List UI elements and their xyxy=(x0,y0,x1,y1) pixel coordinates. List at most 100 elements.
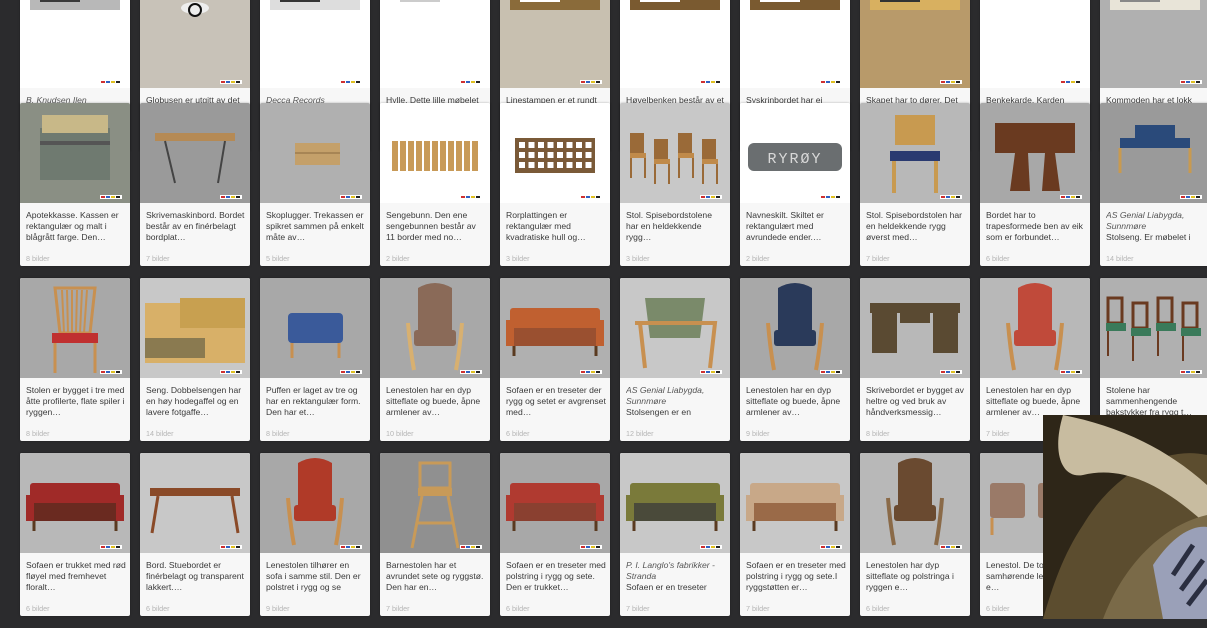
card-description: Stol. Spisebordstolen har en heldekkende… xyxy=(866,210,966,255)
card-description: Navneskilt. Skiltet er rektangulært med … xyxy=(746,210,846,255)
card-description: Lenestolen tilhører en sofa i samme stil… xyxy=(266,560,366,605)
image-count: 7 bilder xyxy=(986,429,1010,438)
image-count: 8 bilder xyxy=(26,254,50,263)
card-description: Lenestolen har dyp sitteflate og polstri… xyxy=(866,560,966,605)
image-count: 12 bilder xyxy=(626,429,654,438)
card-text: Seng. Dobbelsengen har en høy hodegaffel… xyxy=(146,385,242,417)
card-text: Stolsengen er en xyxy=(626,407,691,417)
image-count: 6 bilder xyxy=(986,254,1010,263)
image-count: 9 bilder xyxy=(266,604,290,613)
object-card[interactable]: Sofaen er en treseter med polstring i ry… xyxy=(740,453,850,616)
card-description: Sofaen er en treseter med polstring i ry… xyxy=(746,560,846,605)
lounge-chair-photo-icon xyxy=(620,278,730,378)
object-card[interactable]: Sengebunn. Den ene sengebunnen består av… xyxy=(380,103,490,266)
card-text: Barnestolen har et avrundet sete og rygg… xyxy=(386,560,484,592)
chair-photo-icon xyxy=(860,103,970,203)
image-count: 14 bilder xyxy=(146,429,174,438)
card-text: Stolene har sammenhengende bakstykker fr… xyxy=(1106,385,1192,417)
card-text: Lenestolen har en dyp sitteflate og bued… xyxy=(386,385,481,417)
object-card[interactable]: Barnestolen har et avrundet sete og rygg… xyxy=(380,453,490,616)
sofa-photo-icon xyxy=(500,278,610,378)
card-text: Bordet har to trapesformede ben av eik s… xyxy=(986,210,1083,242)
object-card[interactable]: Lenestolen tilhører en sofa i samme stil… xyxy=(260,453,370,616)
knife-photo-icon xyxy=(20,0,130,88)
card-text: Skrivemaskinbord. Bordet består av en fi… xyxy=(146,210,245,242)
card-maker: AS Genial Liabygda, Sunnmøre xyxy=(626,385,705,406)
shelf-photo-icon xyxy=(380,0,490,88)
object-card[interactable]: P. I. Langlo's fabrikker - Stranda Sofaen… xyxy=(620,453,730,616)
sign-text: RYRØY xyxy=(767,151,822,168)
card-text: Lenestolen har dyp sitteflate og polstri… xyxy=(866,560,954,592)
object-card[interactable]: Skoplugger. Trekassen er spikret sammen … xyxy=(260,103,370,266)
object-card[interactable]: RYRØY Navneskilt. Skiltet er rektangulært… xyxy=(740,103,850,266)
dresser-photo-icon xyxy=(1100,0,1207,88)
object-card[interactable]: Apotekkasse. Kassen er rektangulær og ma… xyxy=(20,103,130,266)
card-description: Bordet har to trapesformede ben av eik s… xyxy=(986,210,1086,255)
card-text: Bord. Stuebordet er finérbelagt og trans… xyxy=(146,560,244,592)
card-text: Apotekkasse. Kassen er rektangulær og ma… xyxy=(26,210,119,242)
card-maker: P. I. Langlo's fabrikker - Stranda xyxy=(626,560,715,581)
card-description: AS Genial Liabygda, Sunnmøre Stolsengen e… xyxy=(626,385,726,430)
card-description: AS Genial Liabygda, Sunnmøre Stolseng. Er… xyxy=(1106,210,1206,255)
image-count: 8 bilder xyxy=(866,429,890,438)
card-text: Sofaen er trukket med rød fløyel med fre… xyxy=(26,560,126,592)
high-chair-photo-icon xyxy=(380,453,490,553)
rust-armchair-photo-icon xyxy=(260,453,370,553)
object-card[interactable]: Lenestolen har en dyp sitteflate og bued… xyxy=(380,278,490,441)
bed-photo-icon xyxy=(140,278,250,378)
card-text: Skrivebordet er bygget av heltre og ved … xyxy=(866,385,964,417)
sofa-set-photo-icon xyxy=(500,453,610,553)
card-text: Rorplattingen er rektangulær med kvadrat… xyxy=(506,210,586,242)
card-description: Barnestolen har et avrundet sete og rygg… xyxy=(386,560,486,605)
object-card[interactable]: Stol. Spisebordstolen har en heldekkende… xyxy=(860,103,970,266)
coffee-table-photo-icon xyxy=(140,453,250,553)
object-card[interactable]: Stol. Spisebordstolene har en heldekkend… xyxy=(620,103,730,266)
card-text: Stolseng. Er møbelet i xyxy=(1106,232,1191,242)
card-description: Skoplugger. Trekassen er spikret sammen … xyxy=(266,210,366,255)
plaid-sofa-photo-icon xyxy=(740,453,850,553)
object-card[interactable]: Rorplattingen er rektangulær med kvadrat… xyxy=(500,103,610,266)
card-maker: AS Genial Liabygda, Sunnmøre xyxy=(1106,210,1185,231)
red-sofa-photo-icon xyxy=(20,453,130,553)
object-card[interactable]: AS Genial Liabygda, Sunnmøre Stolsengen e… xyxy=(620,278,730,441)
card-description: Rorplattingen er rektangulær med kvadrat… xyxy=(506,210,606,255)
slats-photo-icon xyxy=(380,103,490,203)
object-card[interactable]: Bordet har to trapesformede ben av eik s… xyxy=(980,103,1090,266)
image-count: 7 bilder xyxy=(146,254,170,263)
video-overlay[interactable] xyxy=(1043,415,1207,619)
card-description: Bord. Stuebordet er finérbelagt og trans… xyxy=(146,560,246,605)
image-count: 7 bilder xyxy=(866,254,890,263)
object-card[interactable]: Sofaen er en treseter med polstring i ry… xyxy=(500,453,610,616)
card-description: Stolen er bygget i tre med åtte profiler… xyxy=(26,385,126,430)
object-card[interactable]: Sofaen er trukket med rød fløyel med fre… xyxy=(20,453,130,616)
image-count: 6 bilder xyxy=(866,604,890,613)
object-card[interactable]: Sofaen er en treseter der rygg og setet … xyxy=(500,278,610,441)
object-card[interactable]: Skrivemaskinbord. Bordet består av en fi… xyxy=(140,103,250,266)
crate-photo-icon xyxy=(260,103,370,203)
object-card[interactable]: Skrivebordet er bygget av heltre og ved … xyxy=(860,278,970,441)
image-count: 8 bilder xyxy=(26,429,50,438)
card-text: Lenestolen har en dyp sitteflate og bued… xyxy=(986,385,1081,417)
image-count: 6 bilder xyxy=(986,604,1010,613)
pouf-photo-icon xyxy=(260,278,370,378)
chairs-photo-icon xyxy=(620,103,730,203)
object-card[interactable]: Puffen er laget av tre og har en rektang… xyxy=(260,278,370,441)
object-card[interactable]: AS Genial Liabygda, Sunnmøre Stolseng. Er… xyxy=(1100,103,1207,266)
object-card[interactable]: Stolen er bygget i tre med åtte profiler… xyxy=(20,278,130,441)
table-photo-icon xyxy=(740,0,850,88)
object-card[interactable]: Seng. Dobbelsengen har en høy hodegaffel… xyxy=(140,278,250,441)
object-card[interactable]: Lenestolen har en dyp sitteflate og bued… xyxy=(740,278,850,441)
green-chairs-photo-icon xyxy=(1100,278,1207,378)
card-text: Sofaen er en treseter med polstring i ry… xyxy=(746,560,846,592)
image-count: 6 bilder xyxy=(506,604,530,613)
object-card[interactable]: Bord. Stuebordet er finérbelagt og trans… xyxy=(140,453,250,616)
card-text: Puffen er laget av tre og har en rektang… xyxy=(266,385,361,417)
card-description: Skrivemaskinbord. Bordet består av en fi… xyxy=(146,210,246,255)
typewriter-table-photo-icon xyxy=(140,103,250,203)
image-count: 2 bilder xyxy=(746,254,770,263)
card-text: Sofaen er en treseter xyxy=(626,582,707,592)
image-count: 6 bilder xyxy=(506,429,530,438)
object-card[interactable]: Lenestolen har dyp sitteflate og polstri… xyxy=(860,453,970,616)
record-photo-icon xyxy=(260,0,370,88)
image-count: 3 bilder xyxy=(506,254,530,263)
